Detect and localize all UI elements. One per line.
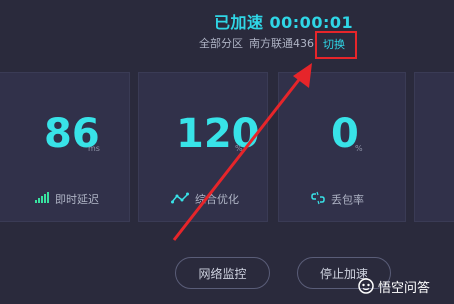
optimization-card: 120 % 综合优化: [138, 72, 268, 222]
packet-loss-unit: %: [355, 144, 363, 153]
latency-unit: ms: [88, 144, 100, 153]
top-bar: 已加速 00:00:01 全部分区 南方联通436 切换: [0, 0, 454, 70]
wukong-logo-icon: [358, 278, 374, 294]
trend-line-icon: [171, 192, 189, 207]
optimization-label: 综合优化: [195, 193, 239, 206]
optimization-unit: %: [235, 144, 243, 153]
optimization-label-row: 综合优化: [171, 191, 239, 207]
switch-link[interactable]: 切换: [323, 36, 345, 52]
watermark-text: 悟空问答: [378, 280, 431, 296]
latency-label: 即时延迟: [55, 193, 99, 206]
packet-loss-card: 0 % 丢包率: [278, 72, 406, 222]
network-monitor-button[interactable]: 网络监控: [175, 257, 270, 289]
latency-label-row: 即时延迟: [35, 191, 99, 207]
region-scope: 全部分区: [199, 37, 243, 50]
packet-loss-label: 丢包率: [331, 193, 364, 207]
partial-card: [414, 72, 454, 222]
watermark: 悟空问答: [358, 273, 454, 299]
server-name: 南方联通436: [249, 37, 314, 50]
broken-link-icon: [311, 191, 325, 208]
status-label: 已加速: [214, 13, 264, 32]
signal-bars-icon: [35, 192, 49, 206]
latency-card: 86 ms 即时延迟: [0, 72, 130, 222]
optimization-value: 120: [176, 111, 260, 157]
region-row: 全部分区 南方联通436: [199, 35, 320, 51]
elapsed-timer: 00:00:01: [269, 13, 354, 32]
packet-loss-label-row: 丢包率: [311, 191, 364, 208]
acceleration-status: 已加速 00:00:01: [214, 9, 353, 33]
